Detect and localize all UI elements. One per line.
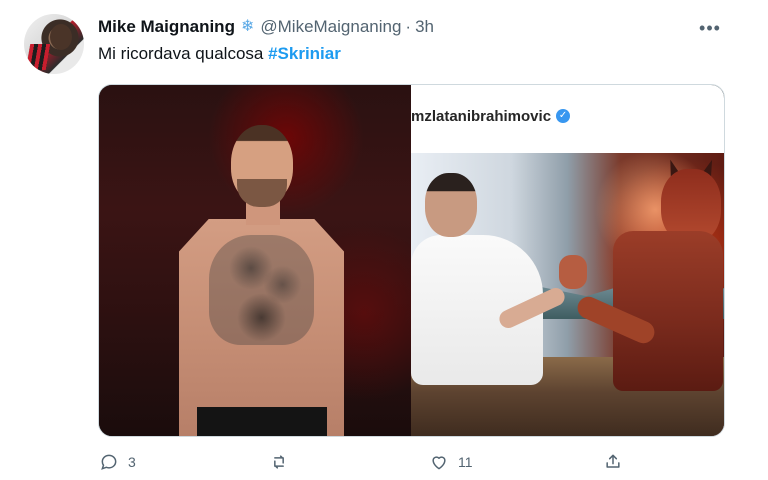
verified-icon: ✓ (556, 109, 571, 123)
retweet-button[interactable] (268, 448, 298, 476)
like-count: 11 (458, 454, 473, 470)
arm-wrestling-hands (559, 255, 587, 289)
like-button[interactable]: 11 (428, 448, 473, 476)
artwork-left-figure (411, 153, 568, 436)
player-figure (179, 125, 344, 436)
share-icon (602, 451, 624, 473)
tweet-header: Mike Maignaning ❄ @MikeMaignaning · 3h (98, 16, 434, 38)
avatar-scarf-stripe (25, 44, 51, 70)
tweet-actions: 3 11 (98, 448, 638, 476)
author-avatar[interactable] (24, 14, 84, 74)
retweet-icon (268, 451, 290, 473)
player-shorts (197, 407, 327, 436)
tweet-page: Mike Maignaning ❄ @MikeMaignaning · 3h •… (0, 0, 768, 480)
left-figure-head (425, 173, 477, 237)
tweet-media[interactable]: mzlatanibrahimovic ✓ (98, 84, 725, 437)
right-photo-instagram-post[interactable]: mzlatanibrahimovic ✓ (411, 85, 724, 436)
tweet-time[interactable]: 3h (415, 17, 434, 37)
author-handle[interactable]: @MikeMaignaning (260, 17, 401, 37)
tweet-text-prefix: Mi ricordava qualcosa (98, 44, 269, 63)
instagram-username: mzlatanibrahimovic (411, 107, 552, 125)
reply-icon (98, 451, 120, 473)
share-button[interactable] (602, 448, 632, 476)
artwork-devil-figure (574, 159, 724, 436)
more-options-icon[interactable]: ••• (698, 16, 722, 40)
reply-button[interactable]: 3 (98, 448, 138, 476)
avatar-head (50, 24, 72, 50)
left-photo-skriniar[interactable] (99, 85, 411, 436)
tweet-text: Mi ricordava qualcosa #Skriniar (98, 44, 341, 64)
author-name[interactable]: Mike Maignaning (98, 17, 235, 37)
tweet-card[interactable]: Mike Maignaning ❄ @MikeMaignaning · 3h •… (0, 0, 768, 480)
separator-dot: · (405, 17, 412, 36)
chest-tattoo (209, 235, 314, 345)
instagram-artwork (411, 153, 724, 436)
snowflake-icon: ❄ (240, 18, 255, 35)
devil-body (613, 231, 723, 391)
hashtag-link[interactable]: #Skriniar (268, 44, 341, 63)
heart-icon (428, 451, 450, 473)
reply-count: 3 (128, 454, 136, 470)
instagram-post-header: mzlatanibrahimovic ✓ (411, 103, 571, 129)
